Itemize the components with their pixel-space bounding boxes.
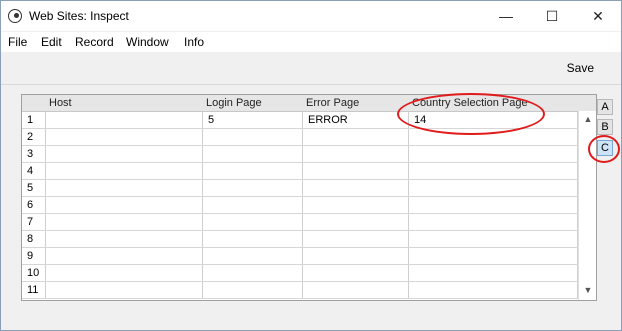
row-number: 6 [22, 197, 46, 213]
row-number: 8 [22, 231, 46, 247]
table-row[interactable]: 6 [22, 197, 578, 214]
host-cell[interactable] [46, 129, 203, 145]
card-tab-b[interactable]: B [597, 119, 613, 135]
host-cell[interactable] [46, 180, 203, 196]
scroll-up-icon[interactable]: ▲ [579, 111, 596, 127]
table-row[interactable]: 11 [22, 282, 578, 299]
country-selection-page-cell[interactable] [409, 180, 578, 196]
error-page-cell[interactable] [303, 146, 409, 162]
menu-bar: File Edit Record Window Info [1, 32, 621, 52]
country-selection-page-cell[interactable] [409, 146, 578, 162]
table-row[interactable]: 5 [22, 180, 578, 197]
error-page-cell[interactable] [303, 163, 409, 179]
country-selection-page-cell[interactable] [409, 231, 578, 247]
record-body: Host Login Page Error Page Country Selec… [1, 85, 621, 330]
host-cell[interactable] [46, 146, 203, 162]
login-page-cell[interactable] [203, 265, 303, 281]
error-page-cell[interactable]: ERROR [303, 112, 409, 128]
error-page-cell[interactable] [303, 129, 409, 145]
menu-record[interactable]: Record [75, 35, 114, 49]
country-selection-page-cell[interactable]: 14 [409, 112, 578, 128]
host-cell[interactable] [46, 197, 203, 213]
row-number: 4 [22, 163, 46, 179]
title-bar: Web Sites: Inspect — ☐ ✕ [1, 1, 621, 31]
host-cell[interactable] [46, 112, 203, 128]
host-cell[interactable] [46, 265, 203, 281]
table-row[interactable]: 10 [22, 265, 578, 282]
error-page-cell[interactable] [303, 282, 409, 298]
app-window: Web Sites: Inspect — ☐ ✕ File Edit Recor… [0, 0, 622, 331]
login-page-cell[interactable] [203, 129, 303, 145]
save-button[interactable]: Save [567, 61, 594, 75]
row-number: 11 [22, 282, 46, 298]
error-page-cell[interactable] [303, 180, 409, 196]
grid-header: Host Login Page Error Page Country Selec… [22, 95, 596, 112]
minimize-button[interactable]: — [483, 1, 529, 31]
table-row[interactable]: 8 [22, 231, 578, 248]
table-row[interactable]: 7 [22, 214, 578, 231]
column-header-error-page: Error Page [306, 97, 360, 109]
host-cell[interactable] [46, 231, 203, 247]
login-page-cell[interactable] [203, 197, 303, 213]
row-number: 3 [22, 146, 46, 162]
host-cell[interactable] [46, 248, 203, 264]
error-page-cell[interactable] [303, 265, 409, 281]
host-cell[interactable] [46, 282, 203, 298]
error-page-cell[interactable] [303, 197, 409, 213]
country-selection-page-cell[interactable] [409, 282, 578, 298]
country-selection-page-cell[interactable] [409, 163, 578, 179]
menu-edit[interactable]: Edit [41, 35, 62, 49]
toolbar: Save [1, 52, 621, 85]
column-header-host: Host [49, 97, 72, 109]
host-cell[interactable] [46, 214, 203, 230]
login-page-cell[interactable] [203, 146, 303, 162]
country-selection-page-cell[interactable] [409, 265, 578, 281]
web-sites-grid: Host Login Page Error Page Country Selec… [21, 94, 597, 301]
table-row[interactable]: 3 [22, 146, 578, 163]
maximize-button[interactable]: ☐ [529, 1, 575, 31]
host-cell[interactable] [46, 163, 203, 179]
row-number: 9 [22, 248, 46, 264]
menu-file[interactable]: File [8, 35, 27, 49]
window-title: Web Sites: Inspect [29, 9, 129, 23]
row-number: 5 [22, 180, 46, 196]
menu-window[interactable]: Window [126, 35, 169, 49]
country-selection-page-cell[interactable] [409, 197, 578, 213]
login-page-cell[interactable] [203, 248, 303, 264]
country-selection-page-cell[interactable] [409, 129, 578, 145]
country-selection-page-cell[interactable] [409, 214, 578, 230]
column-header-login-page: Login Page [206, 97, 262, 109]
login-page-cell[interactable] [203, 282, 303, 298]
login-page-cell[interactable] [203, 214, 303, 230]
card-tab-c[interactable]: C [597, 140, 613, 156]
login-page-cell[interactable] [203, 180, 303, 196]
error-page-cell[interactable] [303, 231, 409, 247]
login-page-cell[interactable] [203, 231, 303, 247]
scroll-down-icon[interactable]: ▼ [579, 282, 596, 298]
error-page-cell[interactable] [303, 248, 409, 264]
column-header-country-selection-page: Country Selection Page [412, 97, 528, 109]
app-icon [8, 9, 22, 23]
row-number: 10 [22, 265, 46, 281]
login-page-cell[interactable]: 5 [203, 112, 303, 128]
table-row[interactable]: 1 5 ERROR 14 [22, 112, 578, 129]
country-selection-page-cell[interactable] [409, 248, 578, 264]
row-number: 1 [22, 112, 46, 128]
table-row[interactable]: 2 [22, 129, 578, 146]
row-number: 2 [22, 129, 46, 145]
menu-info[interactable]: Info [184, 35, 204, 49]
table-row[interactable]: 4 [22, 163, 578, 180]
table-row[interactable]: 9 [22, 248, 578, 265]
close-button[interactable]: ✕ [575, 1, 621, 31]
card-tab-a[interactable]: A [597, 99, 613, 115]
vertical-scrollbar[interactable]: ▲ ▼ [578, 111, 596, 300]
row-number: 7 [22, 214, 46, 230]
error-page-cell[interactable] [303, 214, 409, 230]
login-page-cell[interactable] [203, 163, 303, 179]
